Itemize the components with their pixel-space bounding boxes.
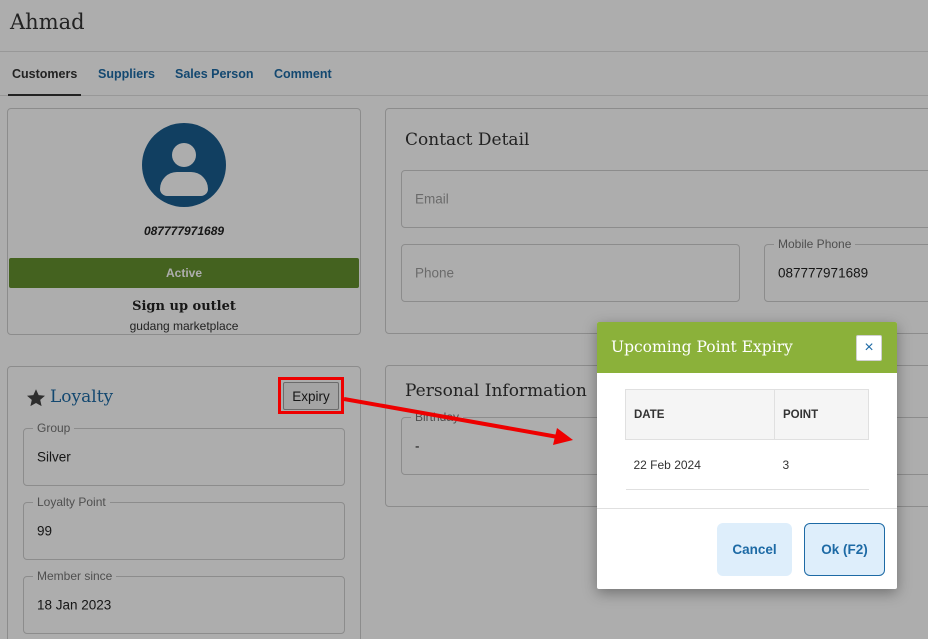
expiry-table: DATE POINT 22 Feb 2024 3 bbox=[625, 389, 869, 490]
cell-date: 22 Feb 2024 bbox=[625, 439, 775, 490]
modal-title: Upcoming Point Expiry bbox=[611, 338, 793, 356]
table-row: 22 Feb 2024 3 bbox=[625, 439, 869, 490]
cancel-button[interactable]: Cancel bbox=[717, 523, 792, 576]
column-header-point: POINT bbox=[774, 389, 869, 440]
point-expiry-dialog: Upcoming Point Expiry × DATE POINT 22 Fe… bbox=[597, 322, 897, 589]
modal-divider bbox=[597, 508, 897, 509]
ok-button[interactable]: Ok (F2) bbox=[804, 523, 885, 576]
modal-header: Upcoming Point Expiry × bbox=[597, 322, 897, 373]
table-header-row: DATE POINT bbox=[625, 389, 869, 440]
close-icon[interactable]: × bbox=[856, 335, 882, 361]
column-header-date: DATE bbox=[625, 389, 775, 440]
cell-point: 3 bbox=[774, 439, 869, 490]
